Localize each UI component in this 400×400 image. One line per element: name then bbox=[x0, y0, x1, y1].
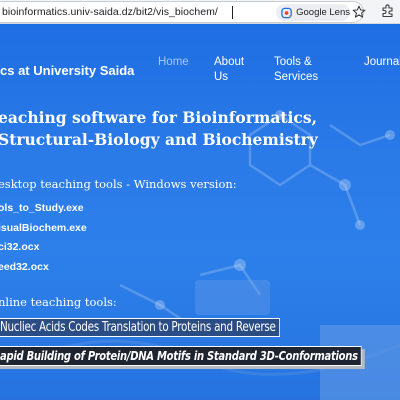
address-bar[interactable]: bioinformatics.univ-saida.dz/bit2/vis_bi… bbox=[0, 1, 366, 23]
download-list: ols_to_Study.exe isualBiochem.exe ci32.o… bbox=[0, 201, 87, 279]
download-link-eed32-ocx[interactable]: eed32.ocx bbox=[0, 260, 87, 280]
web-page: cs at University Saida Home About Us Too… bbox=[0, 25, 400, 400]
nav-tools-services[interactable]: Tools & Services bbox=[274, 55, 336, 85]
nav-home[interactable]: Home bbox=[158, 55, 189, 70]
url-text[interactable]: bioinformatics.univ-saida.dz/bit2/vis_bi… bbox=[2, 6, 218, 18]
google-lens-label: Google Lens bbox=[296, 7, 350, 18]
desktop-tools-title: esktop teaching tools - Windows version: bbox=[0, 177, 237, 191]
download-link-tools-exe[interactable]: ols_to_Study.exe bbox=[0, 201, 87, 221]
nav-about[interactable]: About Us bbox=[214, 55, 254, 85]
google-lens-icon bbox=[281, 7, 292, 18]
nucleic-acid-translation-link[interactable]: Nucliec Acids Codes Translation to Prote… bbox=[0, 318, 280, 337]
extensions-icon[interactable] bbox=[380, 3, 395, 18]
bookmark-star-icon[interactable] bbox=[352, 5, 366, 19]
online-tools-title: nline teaching tools: bbox=[0, 295, 117, 309]
google-lens-button[interactable]: Google Lens bbox=[276, 4, 350, 21]
download-link-ci32-ocx[interactable]: ci32.ocx bbox=[0, 240, 87, 260]
nav-journal-blog[interactable]: Journal Blog bbox=[364, 55, 400, 70]
protein-dna-motifs-link[interactable]: apid Building of Protein/DNA Motifs in S… bbox=[0, 346, 362, 366]
text-caret bbox=[232, 6, 233, 19]
browser-toolbar: bioinformatics.univ-saida.dz/bit2/vis_bi… bbox=[0, 0, 400, 24]
page-heading: eaching software for Bioinformatics, Str… bbox=[0, 108, 318, 149]
site-title[interactable]: cs at University Saida bbox=[0, 63, 134, 78]
download-link-visualbiochem-exe[interactable]: isualBiochem.exe bbox=[0, 221, 87, 241]
